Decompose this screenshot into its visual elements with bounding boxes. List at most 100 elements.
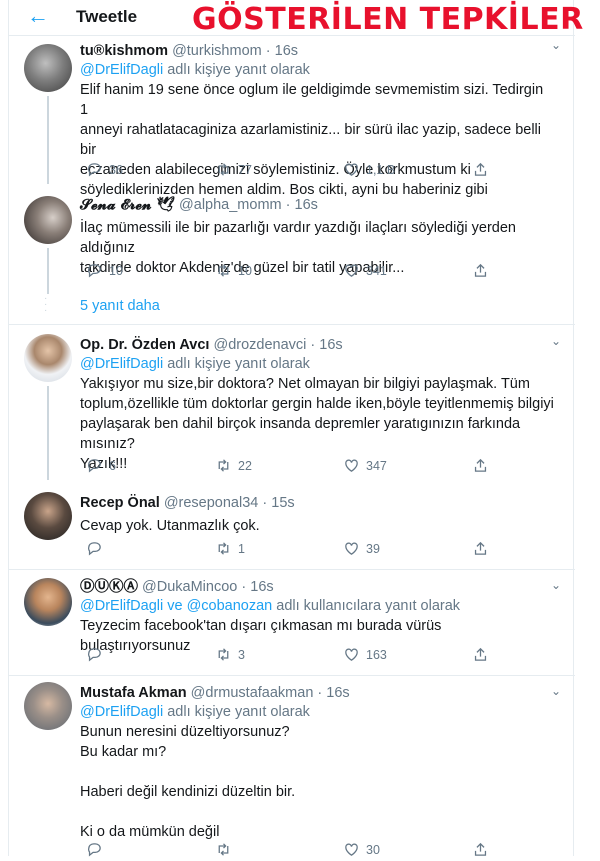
reply-context-text: adlı kişiye yanıt olarak xyxy=(163,704,310,720)
reply-icon xyxy=(88,843,101,857)
tweet[interactable]: ⌄ tu®kishmom @turkishmom · 16s @DrElifDa… xyxy=(9,36,575,198)
tweet-line xyxy=(80,802,555,822)
like-button[interactable]: 39 xyxy=(343,540,380,557)
avatar[interactable] xyxy=(24,334,72,382)
tweet-line: Yakışıyor mu size,bir doktora? Net olmay… xyxy=(80,376,530,392)
reply-button[interactable]: 10 xyxy=(86,262,123,279)
avatar[interactable] xyxy=(24,44,72,92)
user-handle[interactable]: @DukaMincoo xyxy=(142,579,237,595)
tweet-actions: 10 10 341 xyxy=(80,262,500,282)
mention-link[interactable]: @DrElifDagli xyxy=(80,356,163,372)
display-name[interactable]: 𝓢𝓮𝓷𝓪 𝓔𝓻𝓮𝓷 🕊 xyxy=(80,196,175,213)
reply-context: @DrElifDagli adlı kişiye yanıt olarak xyxy=(80,354,555,374)
reply-button[interactable]: 36 xyxy=(86,161,123,178)
timestamp[interactable]: 16s xyxy=(275,43,298,59)
retweet-button[interactable]: 10 xyxy=(215,262,252,279)
share-button[interactable] xyxy=(472,161,489,178)
timestamp[interactable]: 16s xyxy=(295,197,318,213)
reply-button[interactable] xyxy=(86,841,109,858)
tweet-line: toplum,özellikle tüm doktorlar gergin ha… xyxy=(80,396,554,412)
like-button[interactable]: 341 xyxy=(343,262,387,279)
reply-icon xyxy=(88,163,101,177)
display-name[interactable]: tu®kishmom xyxy=(80,43,168,59)
user-handle[interactable]: @turkishmom xyxy=(172,43,262,59)
thread-line xyxy=(47,386,49,480)
heart-icon xyxy=(345,542,358,555)
heart-icon xyxy=(345,163,358,176)
tweet-line: anneyi rahatlatacaginiza azarlamistiniz.… xyxy=(80,122,542,158)
user-handle[interactable]: @drozdenavci xyxy=(213,337,306,353)
tweet-line: Bunun neresini düzeltiyorsunuz? xyxy=(80,724,290,740)
retweet-button[interactable] xyxy=(215,841,238,858)
retweet-button[interactable]: 3 xyxy=(215,646,245,663)
retweet-icon xyxy=(218,264,229,277)
retweet-icon xyxy=(218,163,229,176)
timestamp[interactable]: 16s xyxy=(319,337,342,353)
like-count: 30 xyxy=(366,842,380,857)
timestamp[interactable]: 16s xyxy=(250,579,273,595)
tweet-line xyxy=(80,762,555,782)
thread-line xyxy=(47,96,49,184)
share-button[interactable] xyxy=(472,262,489,279)
reply-count: 36 xyxy=(109,162,123,177)
avatar[interactable] xyxy=(24,578,72,626)
like-count: 163 xyxy=(366,647,387,662)
timestamp[interactable]: 15s xyxy=(271,495,294,511)
avatar[interactable] xyxy=(24,492,72,540)
like-button[interactable]: 347 xyxy=(343,457,387,474)
tweet-actions: 36 77 1,1 B xyxy=(80,161,500,181)
mention-link[interactable]: @DrElifDagli xyxy=(80,704,163,720)
share-button[interactable] xyxy=(472,841,489,858)
like-count: 39 xyxy=(366,541,380,556)
reply-icon xyxy=(88,459,101,473)
display-name[interactable]: Mustafa Akman xyxy=(80,685,187,701)
tweet[interactable]: ⌄ Mustafa Akman @drmustafaakman · 16s @D… xyxy=(9,678,575,858)
timestamp[interactable]: 16s xyxy=(326,685,349,701)
mention-link[interactable]: @DrElifDagli ve @cobanozan xyxy=(80,598,272,614)
share-button[interactable] xyxy=(472,457,489,474)
reply-button[interactable]: 6 xyxy=(86,457,116,474)
retweet-button[interactable]: 77 xyxy=(215,161,252,178)
share-button[interactable] xyxy=(472,646,489,663)
reply-count: 10 xyxy=(109,263,123,278)
reply-context: @DrElifDagli adlı kişiye yanıt olarak xyxy=(80,702,555,722)
tweet-line: Haberi değil kendinizi düzeltin bir. xyxy=(80,784,296,800)
show-more-replies-link[interactable]: 5 yanıt daha xyxy=(80,298,160,314)
divider xyxy=(9,324,575,325)
display-name[interactable]: Op. Dr. Özden Avcı xyxy=(80,337,209,353)
retweet-icon xyxy=(218,648,229,661)
heart-icon xyxy=(345,459,358,472)
display-name[interactable]: ⒹⓊⓀⒶ xyxy=(80,579,138,595)
share-button[interactable] xyxy=(472,540,489,557)
like-button[interactable]: 1,1 B xyxy=(343,161,395,178)
like-button[interactable]: 30 xyxy=(343,841,380,858)
avatar[interactable] xyxy=(24,196,72,244)
reply-button[interactable] xyxy=(86,646,109,663)
avatar[interactable] xyxy=(24,682,72,730)
user-handle[interactable]: @drmustafaakman xyxy=(191,685,314,701)
like-button[interactable]: 163 xyxy=(343,646,387,663)
retweet-count: 22 xyxy=(238,458,252,473)
retweet-count: 10 xyxy=(238,263,252,278)
user-handle[interactable]: @reseponal34 xyxy=(164,495,259,511)
retweet-button[interactable]: 22 xyxy=(215,457,252,474)
retweet-icon xyxy=(218,542,229,555)
reply-context-text: adlı kişiye yanıt olarak xyxy=(163,62,310,78)
tweet-header: Recep Önal @reseponal34 · 15s xyxy=(80,494,555,512)
user-handle[interactable]: @alpha_momm xyxy=(179,197,282,213)
tweet-line: İlaç mümessili ile bir pazarlığı vardır … xyxy=(80,220,516,256)
tweet[interactable]: ⌄ Op. Dr. Özden Avcı @drozdenavci · 16s … xyxy=(9,328,575,480)
tweet-line: Bu kadar mı? xyxy=(80,744,167,760)
retweet-button[interactable]: 1 xyxy=(215,540,245,557)
like-count: 341 xyxy=(366,263,387,278)
reply-button[interactable] xyxy=(86,540,109,557)
mention-link[interactable]: @DrElifDagli xyxy=(80,62,163,78)
separator-dot: · xyxy=(285,197,291,213)
tweet[interactable]: 𝓢𝓮𝓷𝓪 𝓔𝓻𝓮𝓷 🕊 @alpha_momm · 16s İlaç mümes… xyxy=(9,190,575,294)
separator-dot: · xyxy=(265,43,271,59)
arrow-left-icon[interactable]: ← xyxy=(27,4,49,28)
display-name[interactable]: Recep Önal xyxy=(80,495,160,511)
heart-icon xyxy=(345,843,358,856)
tweet[interactable]: Recep Önal @reseponal34 · 15s Cevap yok.… xyxy=(9,488,575,570)
tweet[interactable]: ⌄ ⒹⓊⓀⒶ @DukaMincoo · 16s @DrElifDagli ve… xyxy=(9,572,575,676)
